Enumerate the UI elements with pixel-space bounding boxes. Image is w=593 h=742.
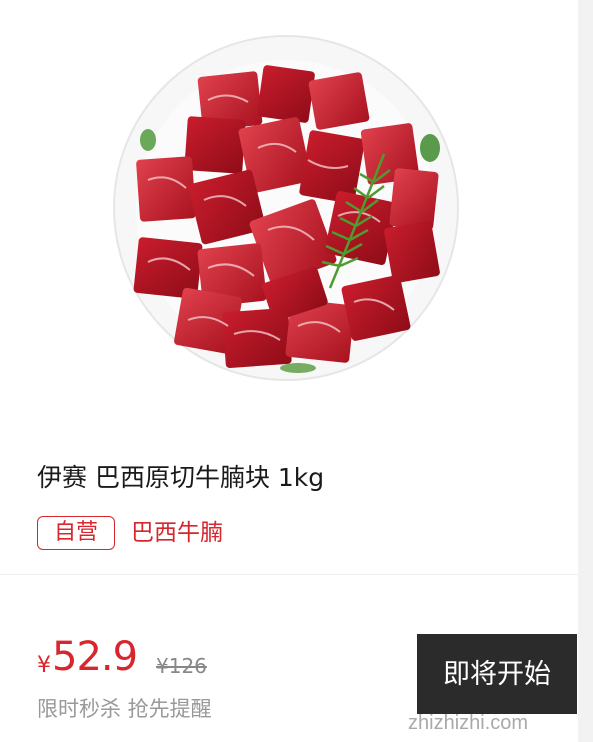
flash-sale-note: 限时秒杀 抢先提醒 (37, 697, 212, 721)
plate-decoration (420, 134, 440, 162)
product-title: 伊赛 巴西原切牛腩块 1kg (37, 463, 325, 492)
currency-symbol: ¥ (37, 653, 51, 678)
divider (0, 574, 578, 575)
original-price: ¥126 (156, 654, 207, 678)
sale-price: 52.9 (52, 634, 138, 680)
plate-decoration (140, 129, 156, 151)
scrollbar[interactable] (578, 0, 593, 742)
watermark: zhizhizhi.com (408, 712, 529, 734)
coming-soon-button[interactable]: 即将开始 (417, 634, 577, 714)
product-tag: 巴西牛腩 (131, 520, 223, 546)
self-operated-badge: 自营 (37, 516, 115, 550)
plate-decoration (280, 363, 316, 373)
product-image (113, 35, 459, 381)
